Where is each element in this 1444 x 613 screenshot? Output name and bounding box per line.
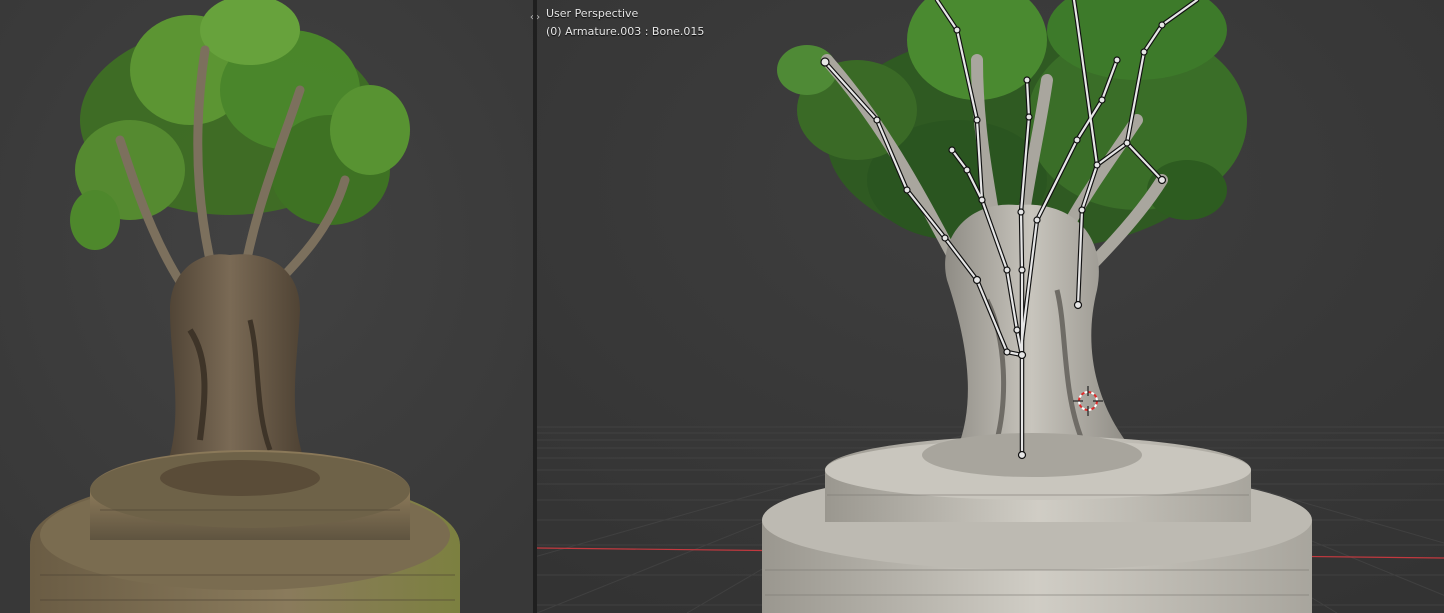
active-object-label: (0) Armature.003 : Bone.015	[546, 25, 705, 38]
area-swap-icon[interactable]: ‹›	[526, 11, 544, 25]
view-name-label: User Perspective	[546, 7, 639, 20]
viewport-right[interactable]	[537, 0, 1444, 613]
viewport-left[interactable]	[0, 0, 533, 613]
blender-window: ‹› User Perspective (0) Armature.003 : B…	[0, 0, 1444, 613]
tree-render-textured	[0, 0, 533, 613]
viewport-info-overlay: User Perspective (0) Armature.003 : Bone…	[546, 5, 704, 41]
tree-render-armature	[537, 0, 1444, 613]
